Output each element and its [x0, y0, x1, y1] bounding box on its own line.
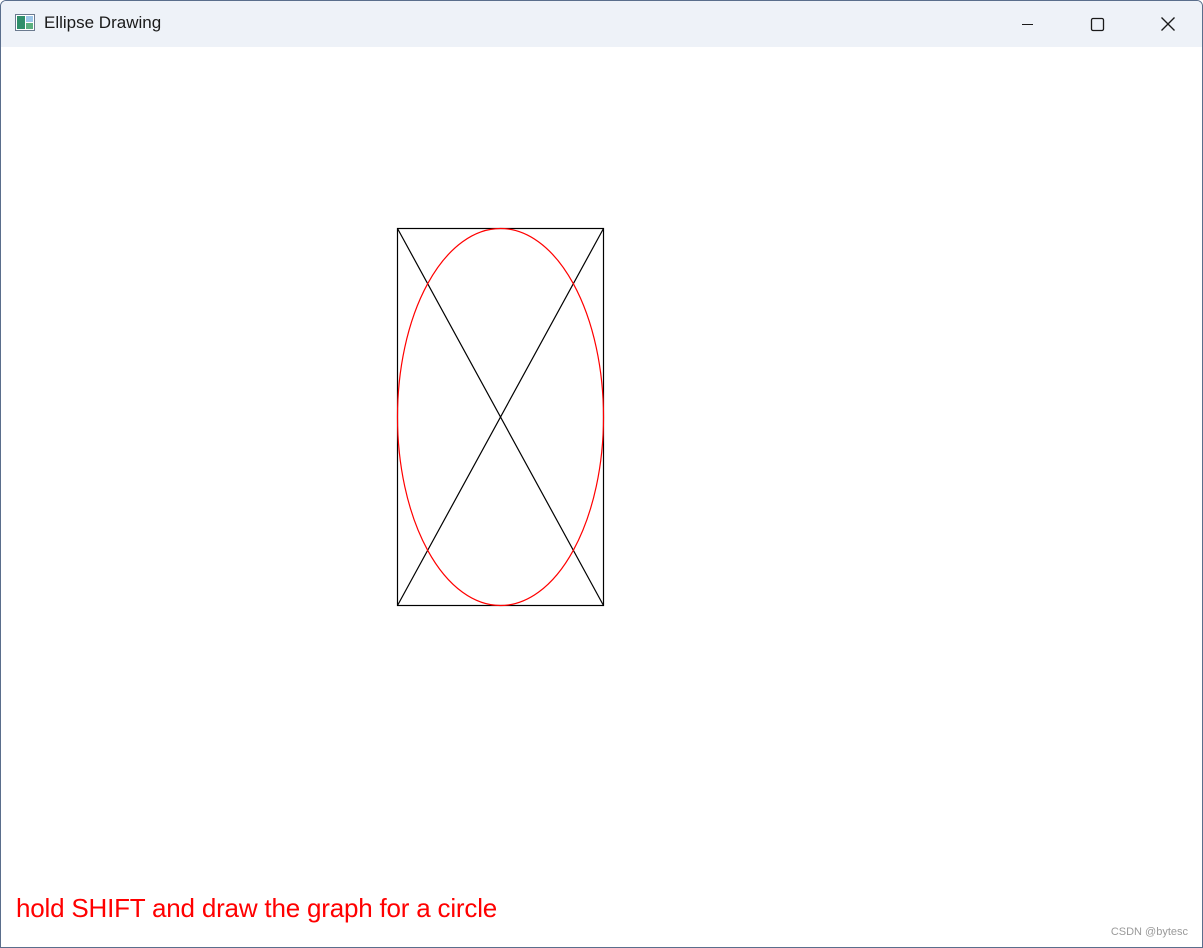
app-icon-pane — [17, 16, 25, 29]
app-icon-pane — [26, 16, 33, 22]
window-title: Ellipse Drawing — [44, 13, 162, 32]
maximize-icon — [1090, 17, 1105, 32]
app-icon-pane — [26, 23, 33, 29]
instruction-text: hold SHIFT and draw the graph for a circ… — [16, 893, 498, 923]
drawing-surface — [396, 227, 605, 607]
app-window: Ellipse Drawing hold SHIFT and draw the … — [0, 0, 1203, 948]
close-button[interactable] — [1132, 1, 1202, 47]
minimize-icon — [1022, 24, 1033, 25]
title-bar[interactable]: Ellipse Drawing — [1, 1, 1202, 47]
maximize-button[interactable] — [1062, 1, 1132, 47]
drawing-canvas[interactable]: hold SHIFT and draw the graph for a circ… — [1, 47, 1202, 947]
minimize-button[interactable] — [992, 1, 1062, 47]
watermark: CSDN @bytesc — [1110, 926, 1188, 938]
app-window-icon[interactable] — [15, 14, 35, 31]
close-icon — [1161, 17, 1175, 31]
